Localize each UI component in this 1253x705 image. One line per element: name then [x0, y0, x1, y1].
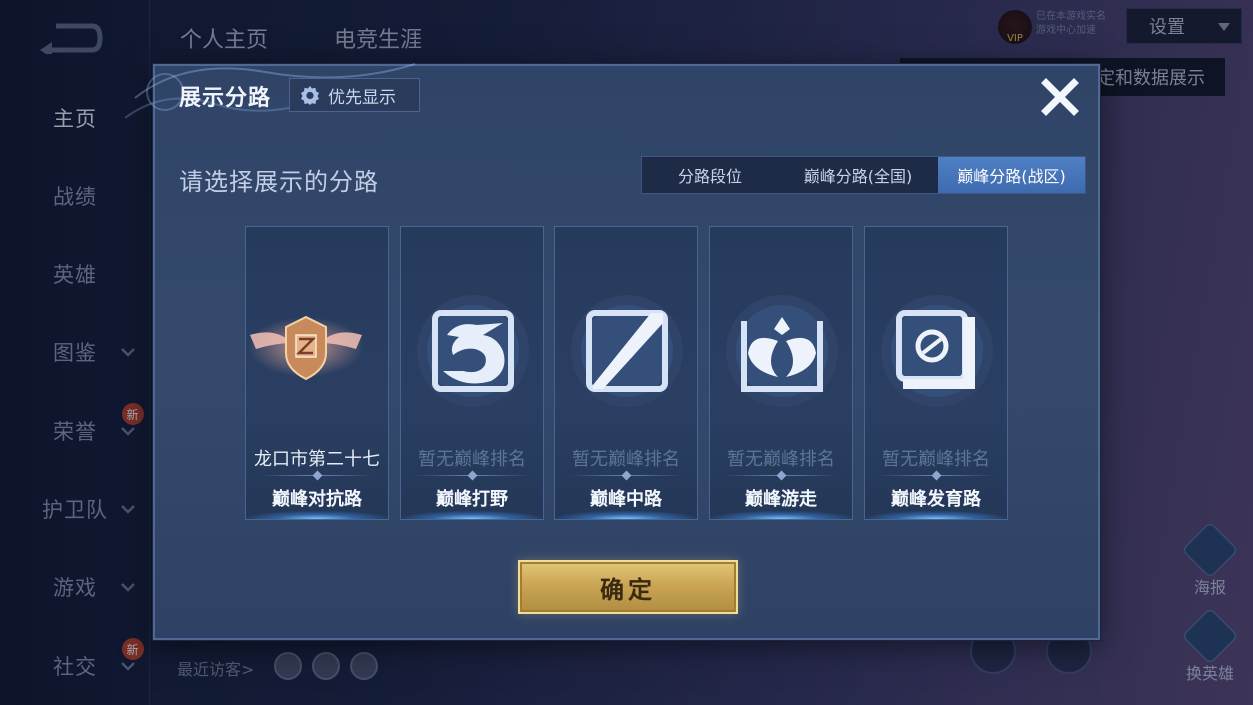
segment-peak-lane-national[interactable]: 巅峰分路(全国) — [778, 157, 938, 193]
mid-lane-slash-icon — [571, 295, 683, 407]
segment-lane-rank[interactable]: 分路段位 — [642, 157, 778, 193]
lane-card-top[interactable]: 龙口市第二十七 巅峰对抗路 — [245, 226, 389, 520]
rank-text: 龙口市第二十七 — [254, 449, 380, 470]
card-glow — [246, 511, 388, 519]
lane-name: 巅峰中路 — [590, 489, 662, 510]
card-glow — [555, 511, 697, 519]
card-glow — [865, 511, 1007, 519]
rank-text: 暂无巅峰排名 — [418, 449, 526, 470]
dialog-subtitle: 请选择展示的分路 — [179, 168, 379, 196]
lane-card-jungle[interactable]: 暂无巅峰排名 巅峰打野 — [400, 226, 544, 520]
divider-dot — [621, 470, 632, 481]
lane-name: 巅峰打野 — [436, 489, 508, 510]
divider-dot — [312, 470, 323, 481]
divider-dot — [931, 470, 942, 481]
divider-dot — [467, 470, 478, 481]
lane-name: 巅峰对抗路 — [272, 489, 362, 510]
dialog-title: 展示分路 — [179, 86, 272, 111]
lane-card-bottom[interactable]: 暂无巅峰排名 巅峰发育路 — [864, 226, 1008, 520]
lane-display-dialog: 展示分路 优先显示 请选择展示的分路 分路段位 巅峰分路(全国) 巅峰分路(战区… — [125, 63, 1100, 640]
bronze-winged-shield-icon — [248, 315, 364, 381]
rank-text: 暂无巅峰排名 — [572, 449, 680, 470]
lane-name: 巅峰发育路 — [891, 489, 981, 510]
gear-icon — [301, 86, 319, 105]
card-glow — [710, 511, 852, 519]
segment-peak-lane-region[interactable]: 巅峰分路(战区) — [938, 157, 1085, 193]
card-glow — [401, 511, 543, 519]
close-icon[interactable] — [1041, 78, 1079, 116]
priority-display-button[interactable]: 优先显示 — [289, 78, 420, 112]
priority-display-label: 优先显示 — [328, 87, 396, 108]
rank-text: 暂无巅峰排名 — [727, 449, 835, 470]
dragon-icon — [417, 295, 529, 407]
lane-card-mid[interactable]: 暂无巅峰排名 巅峰中路 — [554, 226, 698, 520]
wings-icon — [726, 295, 838, 407]
confirm-button[interactable]: 确定 — [518, 560, 738, 614]
bottom-lane-icon — [881, 295, 993, 407]
lane-card-roam[interactable]: 暂无巅峰排名 巅峰游走 — [709, 226, 853, 520]
rank-text: 暂无巅峰排名 — [882, 449, 990, 470]
lane-name: 巅峰游走 — [745, 489, 817, 510]
divider-dot — [776, 470, 787, 481]
lane-type-segmented-control: 分路段位 巅峰分路(全国) 巅峰分路(战区) — [641, 156, 1086, 194]
